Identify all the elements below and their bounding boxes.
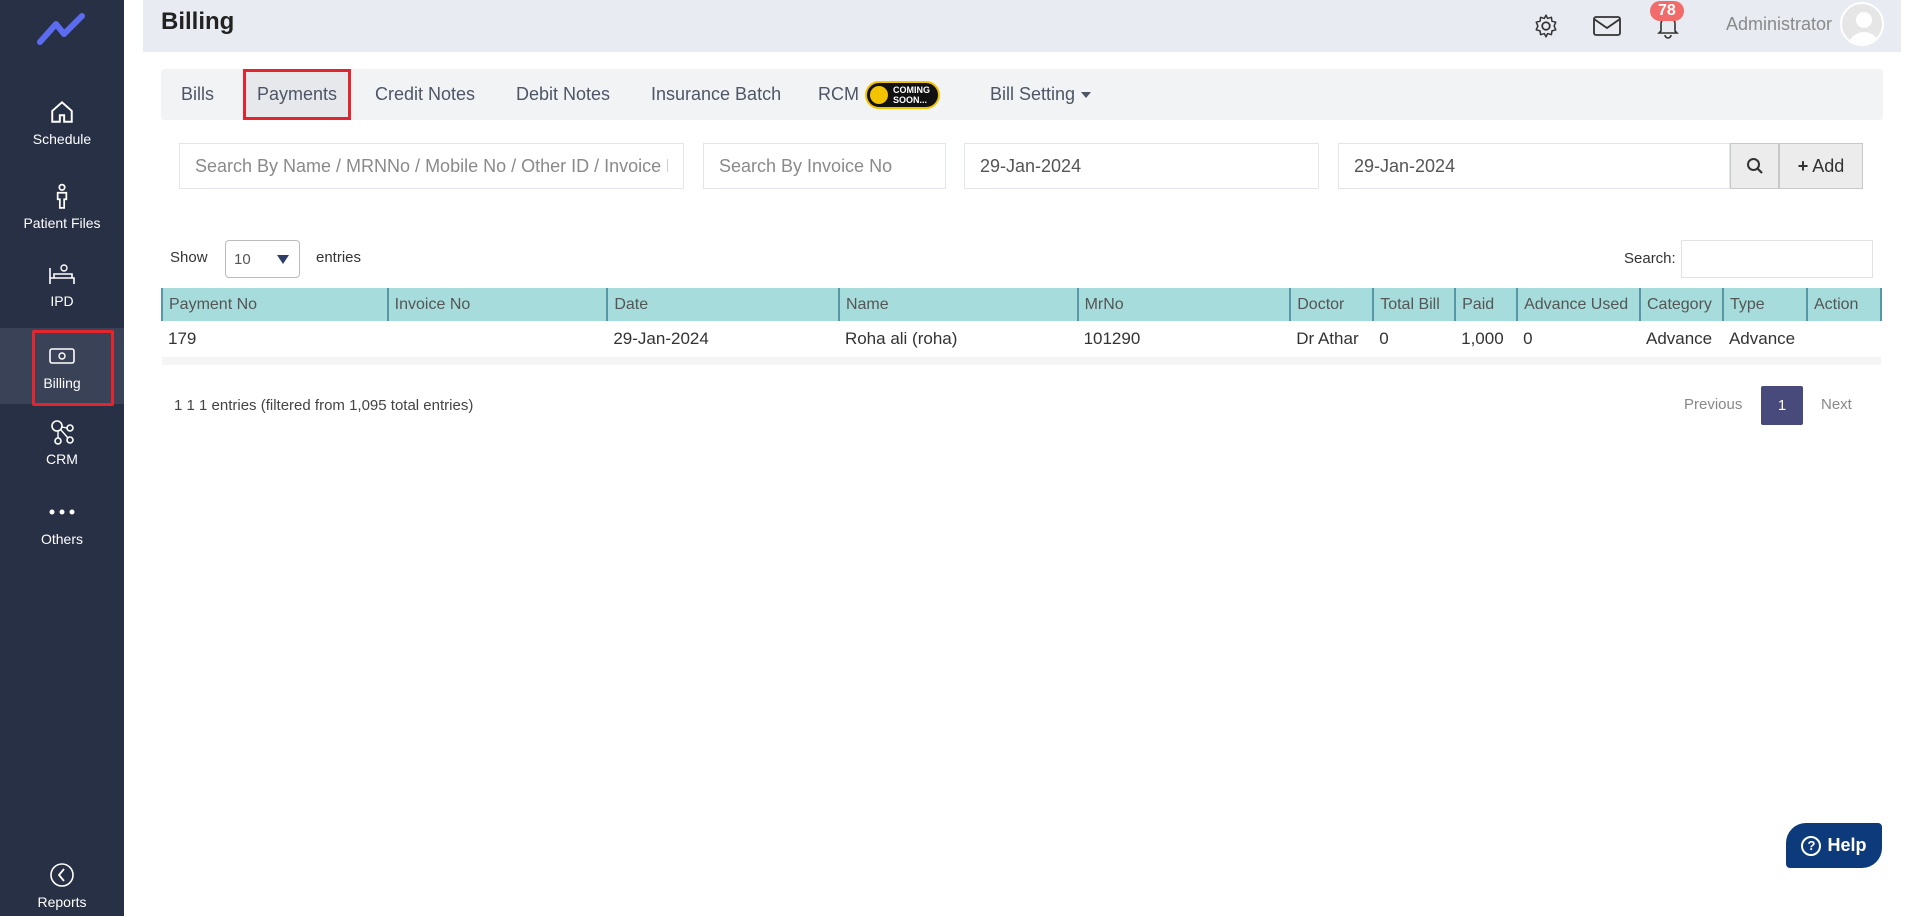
- cell-name: Roha ali (roha): [838, 321, 1078, 365]
- help-button[interactable]: ? Help: [1786, 823, 1882, 868]
- sidebar-item-schedule[interactable]: Schedule: [0, 84, 124, 160]
- cell-type: Advance: [1722, 321, 1807, 365]
- column-header[interactable]: Payment No: [161, 288, 389, 321]
- search-icon: [1746, 158, 1763, 174]
- help-button-label: Help: [1827, 835, 1867, 855]
- tab-insurance-batch[interactable]: Insurance Batch: [651, 69, 781, 120]
- trend-line-logo[interactable]: [36, 10, 88, 50]
- plus-icon: +: [1797, 155, 1809, 176]
- cell-payment-no: 179: [162, 321, 388, 365]
- entries-label: entries: [316, 249, 362, 266]
- main-content: Billing 78 Administrator Bills Payments …: [143, 0, 1901, 916]
- home-icon: [47, 97, 77, 127]
- column-header[interactable]: Paid: [1455, 288, 1519, 321]
- tab-bill-setting[interactable]: Bill Setting: [990, 69, 1092, 120]
- search-name-input[interactable]: [179, 143, 684, 189]
- previous-page-button[interactable]: Previous: [1684, 396, 1742, 413]
- column-header[interactable]: Action: [1806, 288, 1883, 321]
- cell-total-bill: 0: [1373, 321, 1456, 365]
- sidebar-item-ipd[interactable]: IPD: [0, 246, 124, 322]
- cell-paid: 1,000: [1455, 321, 1518, 365]
- sidebar-item-others[interactable]: Others: [0, 484, 124, 560]
- sidebar-item-label: IPD: [50, 293, 74, 309]
- caret-down-icon: [1081, 91, 1092, 98]
- nodes-icon: [47, 417, 77, 447]
- show-label: Show: [170, 249, 208, 266]
- column-header[interactable]: Type: [1722, 288, 1808, 321]
- table-search-label: Search:: [1624, 250, 1676, 267]
- sidebar-item-reports[interactable]: Reports: [0, 852, 124, 916]
- header-bar: Billing 78 Administrator: [143, 0, 1901, 52]
- sidebar-item-label: Patient Files: [23, 215, 101, 231]
- column-header[interactable]: Date: [607, 288, 840, 321]
- tab-payments[interactable]: Payments: [243, 69, 352, 120]
- sidebar-item-label: CRM: [46, 451, 78, 467]
- cell-mrno: 101290: [1077, 321, 1291, 365]
- search-invoice-input[interactable]: [703, 143, 946, 189]
- add-button[interactable]: + Add: [1779, 143, 1863, 189]
- page-title: Billing: [161, 8, 235, 35]
- cell-advance-used: 0: [1517, 321, 1640, 365]
- tab-rcm-label: RCM: [818, 84, 859, 104]
- column-header[interactable]: Doctor: [1290, 288, 1375, 321]
- avatar[interactable]: [1840, 2, 1884, 46]
- sidebar-item-label: Schedule: [32, 131, 92, 147]
- notification-count-badge: 78: [1650, 1, 1684, 21]
- sidebar-item-label: Reports: [37, 894, 87, 910]
- sidebar-item-label: Billing: [43, 375, 81, 391]
- sidebar-item-billing[interactable]: Billing: [0, 328, 124, 406]
- dots-icon: [47, 497, 77, 527]
- mail-icon[interactable]: [1591, 10, 1623, 42]
- cell-category: Advance: [1639, 321, 1723, 365]
- cell-action[interactable]: [1806, 321, 1881, 365]
- date-to-input[interactable]: [1338, 143, 1730, 189]
- table-row[interactable]: 179 29-Jan-2024 Roha ali (roha) 101290 D…: [162, 321, 1881, 365]
- page-size-select[interactable]: 10: [225, 240, 300, 278]
- cell-invoice-no: [387, 321, 608, 365]
- column-header[interactable]: Advance Used: [1517, 288, 1641, 321]
- table-search-input[interactable]: [1681, 240, 1873, 278]
- column-header[interactable]: Invoice No: [387, 288, 609, 321]
- search-button[interactable]: [1730, 143, 1779, 189]
- question-icon: ?: [1801, 835, 1822, 856]
- sidebar-item-patient-files[interactable]: Patient Files: [0, 168, 124, 244]
- payments-table: Payment No Invoice No Date Name MrNo Doc…: [161, 288, 1883, 365]
- tab-credit-notes[interactable]: Credit Notes: [375, 69, 475, 120]
- cell-date: 29-Jan-2024: [607, 321, 839, 365]
- billing-tabs: Bills Payments Credit Notes Debit Notes …: [161, 69, 1883, 120]
- tab-debit-notes[interactable]: Debit Notes: [516, 69, 610, 120]
- bed-icon: [47, 259, 77, 289]
- add-button-label: Add: [1812, 155, 1845, 176]
- page-1-button[interactable]: 1: [1761, 386, 1803, 425]
- column-header[interactable]: MrNo: [1077, 288, 1292, 321]
- cell-doctor: Dr Athar: [1290, 321, 1374, 365]
- chart-pie-icon: [47, 860, 77, 890]
- sidebar-item-crm[interactable]: CRM: [0, 404, 124, 480]
- table-info: 1 1 1 entries (filtered from 1,095 total…: [174, 397, 474, 414]
- user-name[interactable]: Administrator: [1726, 14, 1832, 35]
- column-header[interactable]: Total Bill: [1373, 288, 1457, 321]
- dropdown-arrow-icon: [277, 255, 289, 264]
- gear-icon[interactable]: [1530, 10, 1562, 42]
- column-header[interactable]: Category: [1639, 288, 1724, 321]
- coming-soon-badge: COMING SOON...: [865, 80, 940, 109]
- sidebar-item-label: Others: [40, 531, 83, 547]
- tab-bill-setting-label: Bill Setting: [990, 84, 1076, 104]
- person-icon: [47, 181, 77, 211]
- column-header[interactable]: Name: [838, 288, 1079, 321]
- next-page-button[interactable]: Next: [1821, 396, 1852, 413]
- tab-bills[interactable]: Bills: [181, 69, 214, 120]
- table-header-row: Payment No Invoice No Date Name MrNo Doc…: [161, 288, 1883, 321]
- date-from-input[interactable]: [964, 143, 1319, 189]
- sidebar: Schedule Patient Files IPD Billing CRM O…: [0, 0, 124, 916]
- tab-rcm[interactable]: RCM COMING SOON...: [818, 69, 940, 120]
- bill-icon: [47, 341, 77, 371]
